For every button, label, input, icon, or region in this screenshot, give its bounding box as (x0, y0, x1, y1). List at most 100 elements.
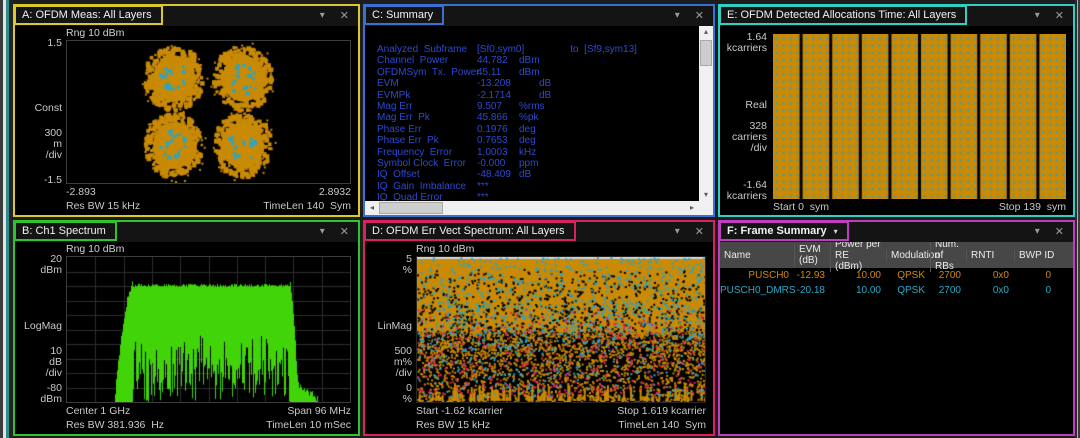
summary-label: Symbol Clock Error (377, 158, 477, 169)
close-icon[interactable]: ✕ (1055, 227, 1064, 237)
scroll-up-icon[interactable]: ▴ (699, 26, 713, 38)
vertical-scrollbar-thumb[interactable] (700, 40, 712, 66)
spectrum-plot[interactable] (66, 256, 351, 403)
summary-val: 9.507 (477, 101, 511, 112)
constellation-plot[interactable] (66, 40, 351, 184)
window-edge-right[interactable] (1075, 0, 1080, 438)
close-icon[interactable]: ✕ (1055, 11, 1064, 21)
panel-d-title-tab[interactable]: D: OFDM Err Vect Spectrum: All Layers (364, 221, 576, 241)
window-edge-left[interactable] (0, 0, 13, 438)
x-axis-left-label: Start 0 sym (773, 201, 829, 213)
y-axis-bottom-label: -80 dBm (15, 383, 62, 405)
table-header-cell: BWP ID (1014, 250, 1056, 261)
summary-unit: %pk (519, 112, 538, 123)
panel-b-title: B: Ch1 Spectrum (22, 225, 106, 237)
scroll-down-icon[interactable]: ▾ (699, 189, 713, 201)
summary-row: Symbol Clock Error-0.000 ppm (377, 158, 699, 169)
summary-unit: dBm (519, 55, 540, 66)
summary-unit: deg (519, 135, 536, 146)
summary-val: 0.1976 (477, 124, 511, 135)
allocations-plot[interactable] (773, 34, 1066, 199)
range-label: Rng 10 dBm (66, 243, 124, 255)
summary-label: IQ Gain Imbalance (377, 181, 477, 192)
summary-val: 45.11 (477, 67, 511, 78)
chevron-down-icon[interactable]: ▾ (320, 227, 325, 237)
y-axis-bottom-label: 0 % (365, 383, 412, 405)
vertical-scrollbar[interactable]: ▴ ▾ (699, 26, 713, 201)
table-cell: 0 (1014, 270, 1056, 281)
panel-c-title-tab[interactable]: C: Summary (364, 5, 444, 25)
panel-e-titlebar[interactable]: E: OFDM Detected Allocations Time: All L… (720, 6, 1073, 26)
summary-label: Phase Err Pk (377, 135, 477, 146)
summary-label: OFDMSym Tx. Power (377, 67, 477, 78)
panel-e-title-tab[interactable]: E: OFDM Detected Allocations Time: All L… (719, 5, 967, 25)
summary-label: Phase Err (377, 124, 477, 135)
table-header-cell: Name (720, 250, 794, 261)
panel-c-titlebar[interactable]: C: Summary ▾ ✕ (365, 6, 713, 26)
table-cell: 2700 (930, 285, 966, 296)
summary-unit: %rms (519, 101, 545, 112)
scrollbar-corner (699, 201, 713, 215)
vsa-application-window: A: OFDM Meas: All Layers ▾ ✕ Rng 10 dBm … (0, 0, 1080, 438)
chevron-down-icon[interactable]: ▾ (1035, 11, 1040, 21)
summary-label: Mag Err (377, 101, 477, 112)
chevron-down-icon[interactable]: ▾ (675, 227, 680, 237)
panel-b-title-tab[interactable]: B: Ch1 Spectrum (14, 221, 117, 241)
close-icon[interactable]: ✕ (340, 227, 349, 237)
table-header-row: NameEVM (dB)Power per RE (dBm)Modulation… (720, 242, 1073, 268)
table-cell: 10.00 (830, 270, 886, 281)
panel-f-title-tab[interactable]: F: Frame Summary ▾ (719, 221, 849, 241)
close-icon[interactable]: ✕ (695, 227, 704, 237)
panel-a-title: A: OFDM Meas: All Layers (22, 9, 152, 21)
table-cell: 10.00 (830, 285, 886, 296)
scroll-left-icon[interactable]: ◂ (365, 202, 379, 214)
chevron-down-icon[interactable]: ▾ (320, 11, 325, 21)
panel-c-title: C: Summary (372, 9, 433, 21)
panel-a-title-tab[interactable]: A: OFDM Meas: All Layers (14, 5, 163, 25)
x-axis-right-label: Span 96 MHz (287, 405, 351, 417)
error-vector-plot[interactable] (416, 256, 706, 403)
panel-c: C: Summary ▾ ✕ Analyzed Subframe[Sf0,sym… (363, 4, 715, 217)
panel-f-titlebar[interactable]: F: Frame Summary ▾ ▾ ✕ (720, 222, 1073, 242)
panel-b-titlebar[interactable]: B: Ch1 Spectrum ▾ ✕ (15, 222, 358, 242)
y-axis-bottom-label: -1.5 (15, 175, 62, 186)
footer-left-label: Res BW 15 kHz (416, 419, 490, 431)
table-header-cell: EVM (dB) (794, 244, 830, 266)
panel-a-titlebar[interactable]: A: OFDM Meas: All Layers ▾ ✕ (15, 6, 358, 26)
summary-unit: dB (539, 90, 551, 101)
horizontal-scrollbar-thumb[interactable] (379, 202, 443, 214)
table-header-cell: Power per RE (dBm) (830, 242, 886, 272)
summary-row: Frequency Error1.0003kHz (377, 147, 699, 158)
summary-unit: ppm (519, 158, 538, 169)
scroll-right-icon[interactable]: ▸ (685, 202, 699, 214)
panel-a: A: OFDM Meas: All Layers ▾ ✕ Rng 10 dBm … (13, 4, 360, 217)
summary-val: -0.000 (477, 158, 511, 169)
panel-e: E: OFDM Detected Allocations Time: All L… (718, 4, 1075, 217)
y-axis-top-label: 1.5 (15, 38, 62, 49)
summary-label: Analyzed Subframe (377, 44, 477, 55)
y-axis-top-label: 20 dBm (15, 254, 62, 276)
close-icon[interactable]: ✕ (340, 11, 349, 21)
footer-right-label: TimeLen 140 Sym (263, 200, 351, 212)
table-cell: QPSK (886, 270, 930, 281)
summary-val: 1.0003 (477, 147, 511, 158)
chevron-down-icon[interactable]: ▾ (1035, 227, 1040, 237)
table-cell: PUSCH0 (720, 270, 794, 281)
panel-f: F: Frame Summary ▾ ▾ ✕ NameEVM (dB)Power… (718, 220, 1075, 436)
table-row[interactable]: PUSCH0-12.9310.00QPSK27000x00 (720, 268, 1073, 283)
y-axis-top-label: 5 % (365, 254, 412, 276)
table-row[interactable]: PUSCH0_DMRS-20.1810.00QPSK27000x00 (720, 283, 1073, 298)
summary-val: 44.782 (477, 55, 511, 66)
summary-row: IQ Quad Error*** (377, 192, 699, 201)
table-cell: 2700 (930, 270, 966, 281)
close-icon[interactable]: ✕ (695, 11, 704, 21)
horizontal-scrollbar[interactable]: ◂ ▸ (365, 201, 699, 215)
panel-d: D: OFDM Err Vect Spectrum: All Layers ▾ … (363, 220, 715, 436)
y-axis-format-label: LinMag (365, 321, 412, 332)
panel-d-titlebar[interactable]: D: OFDM Err Vect Spectrum: All Layers ▾ … (365, 222, 713, 242)
dropdown-caret-icon[interactable]: ▾ (834, 227, 838, 236)
summary-label: EVMPk (377, 90, 477, 101)
chevron-down-icon[interactable]: ▾ (675, 11, 680, 21)
panel-d-title: D: OFDM Err Vect Spectrum: All Layers (372, 225, 565, 237)
table-cell: -12.93 (794, 270, 830, 281)
